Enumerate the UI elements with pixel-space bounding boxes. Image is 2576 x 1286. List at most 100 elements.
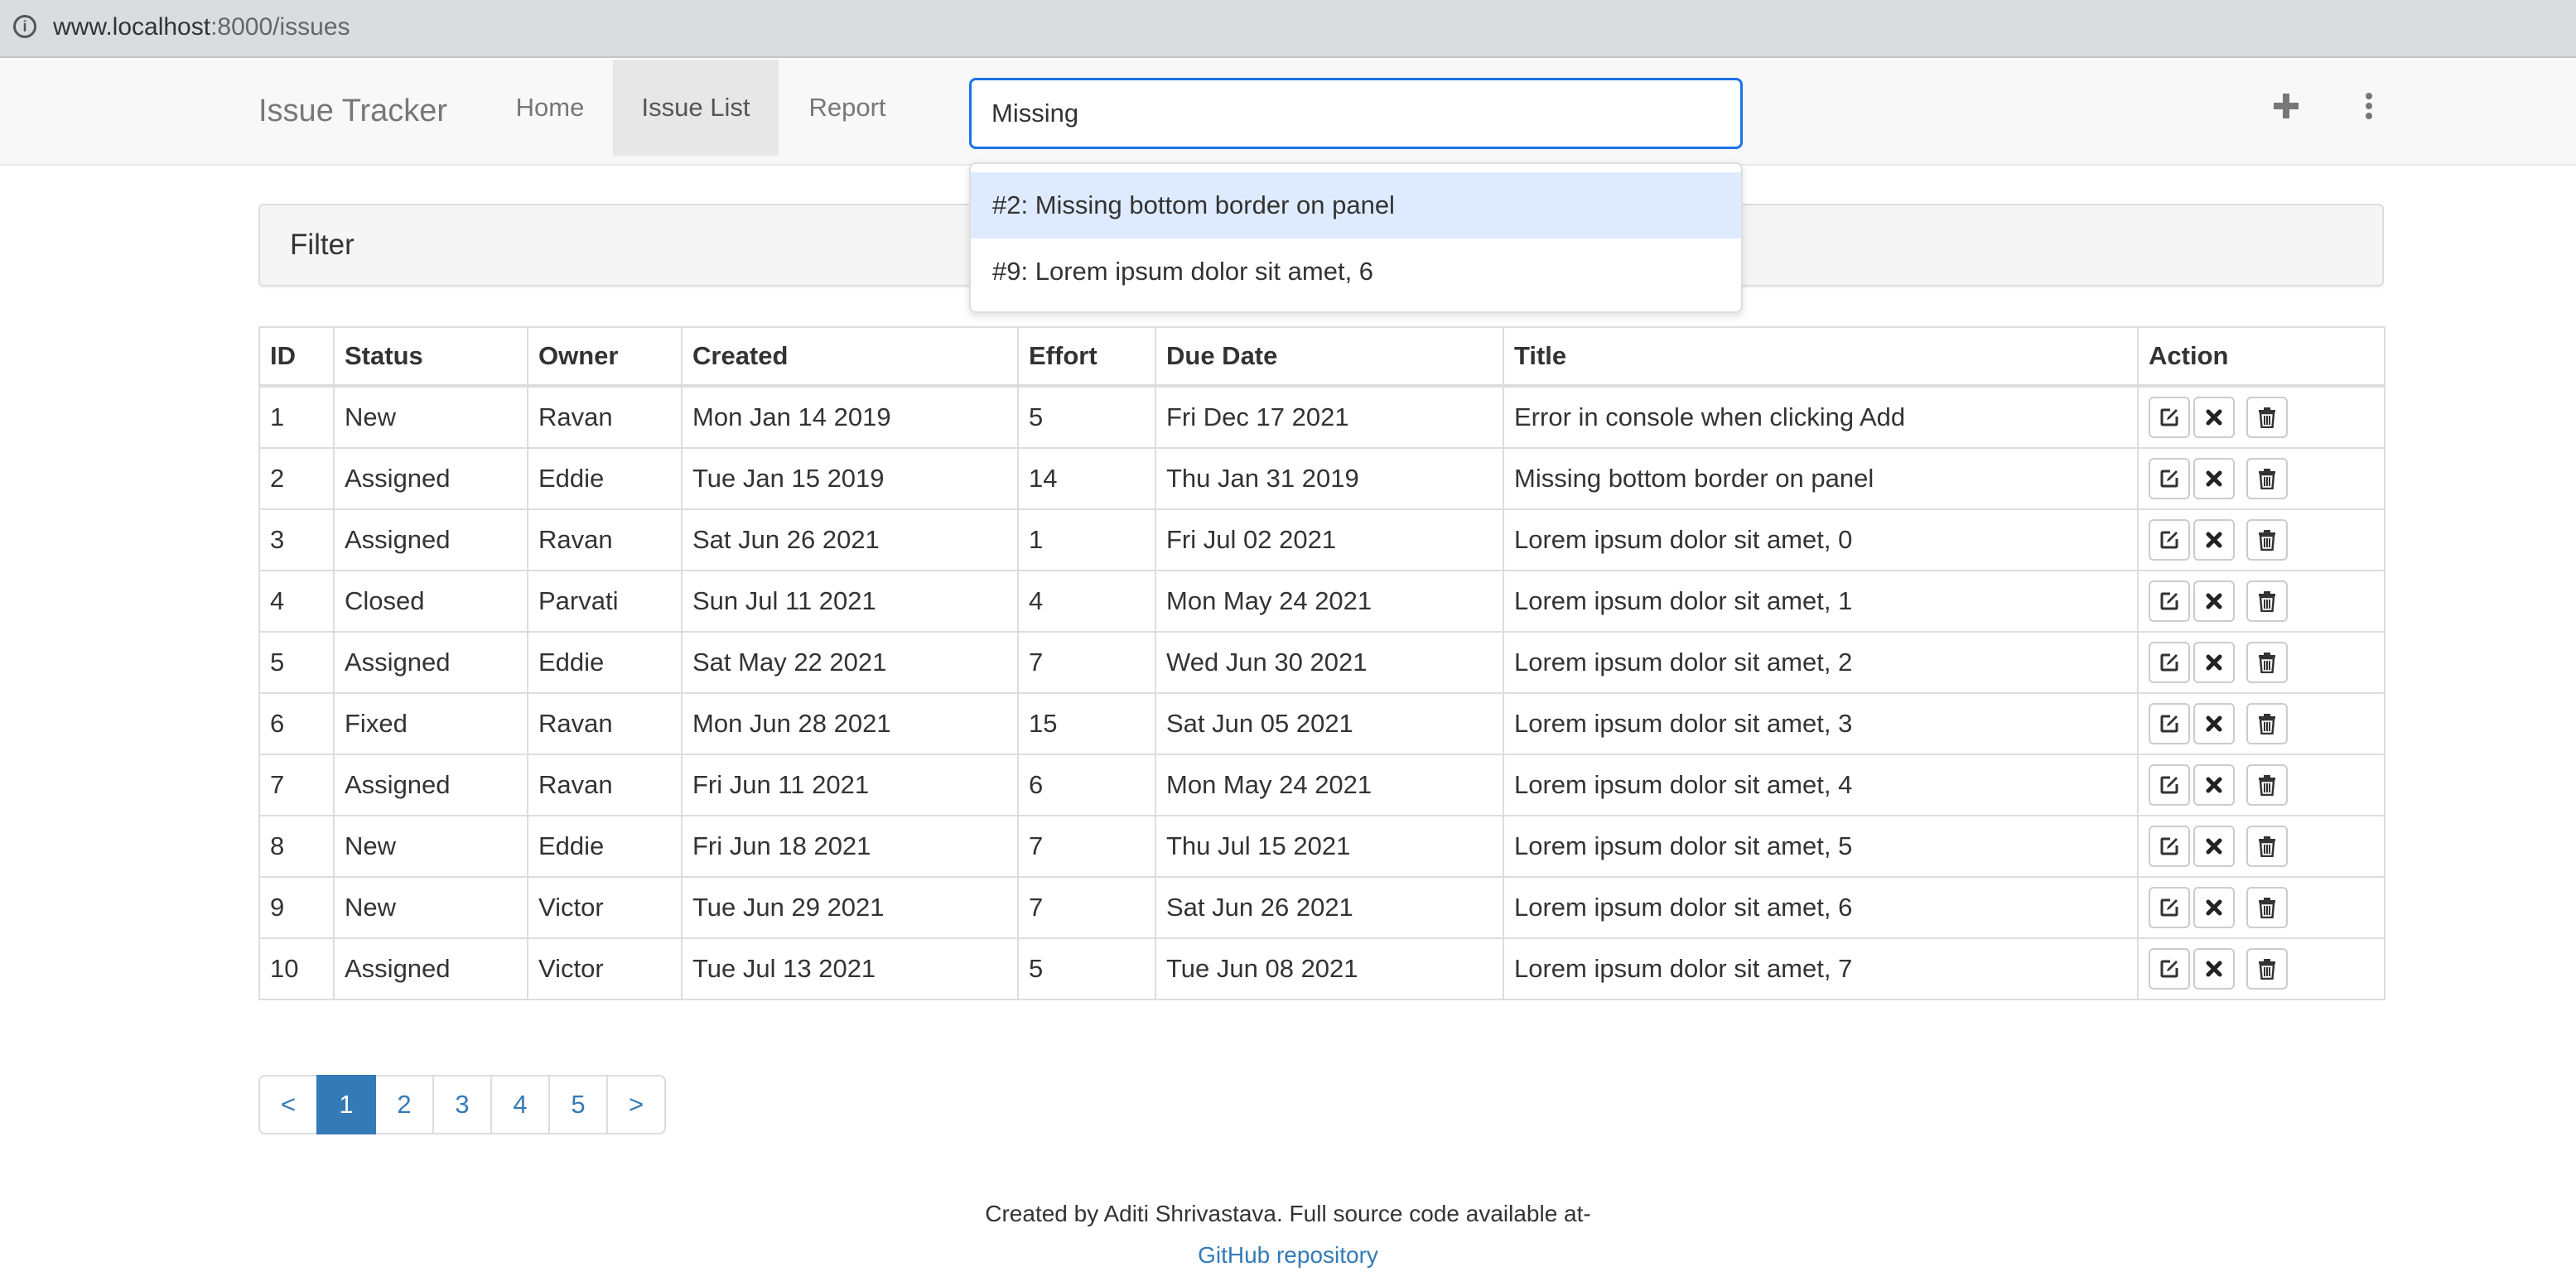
delete-button[interactable] bbox=[2246, 948, 2288, 990]
trash-icon bbox=[2259, 898, 2275, 918]
brand[interactable]: Issue Tracker bbox=[258, 88, 447, 134]
pagination: < 1 2 3 4 5 > bbox=[258, 1075, 666, 1138]
delete-button[interactable] bbox=[2246, 642, 2288, 683]
nav-issue-list[interactable]: Issue List bbox=[613, 60, 779, 156]
cell-status: Assigned bbox=[333, 508, 528, 571]
nav-report[interactable]: Report bbox=[785, 60, 909, 156]
cell-id: 5 bbox=[258, 631, 335, 694]
delete-button[interactable] bbox=[2246, 397, 2288, 438]
delete-button[interactable] bbox=[2246, 519, 2288, 561]
close-issue-button[interactable] bbox=[2193, 397, 2235, 438]
edit-button[interactable] bbox=[2149, 397, 2190, 438]
cell-title: Lorem ipsum dolor sit amet, 1 bbox=[1503, 570, 2139, 633]
close-issue-button[interactable] bbox=[2193, 580, 2235, 622]
page-next[interactable]: > bbox=[606, 1075, 666, 1134]
edit-button[interactable] bbox=[2149, 887, 2190, 928]
delete-button[interactable] bbox=[2246, 458, 2288, 499]
cell-id: 9 bbox=[258, 876, 335, 939]
cell-created: Tue Jan 15 2019 bbox=[681, 447, 1019, 510]
cell-id: 1 bbox=[258, 385, 335, 449]
close-issue-button[interactable] bbox=[2193, 703, 2235, 744]
suggestion-item[interactable]: #9: Lorem ipsum dolor sit amet, 6 bbox=[971, 238, 1741, 305]
edit-icon bbox=[2160, 592, 2178, 610]
search-input[interactable]: Missing bbox=[969, 78, 1743, 149]
delete-button[interactable] bbox=[2246, 887, 2288, 928]
suggestion-item[interactable]: #2: Missing bottom border on panel bbox=[971, 172, 1741, 238]
close-icon bbox=[2206, 961, 2222, 977]
add-issue-button[interactable] bbox=[2261, 81, 2311, 131]
cell-effort: 7 bbox=[1017, 815, 1156, 878]
page-2[interactable]: 2 bbox=[374, 1075, 434, 1134]
close-issue-button[interactable] bbox=[2193, 764, 2235, 806]
page-prev[interactable]: < bbox=[258, 1075, 318, 1134]
cell-created: Mon Jun 28 2021 bbox=[681, 692, 1019, 755]
delete-button[interactable] bbox=[2246, 826, 2288, 867]
more-menu-button[interactable] bbox=[2344, 81, 2394, 131]
cell-title: Error in console when clicking Add bbox=[1503, 385, 2139, 449]
table-row: 9 New Victor Tue Jun 29 2021 7 Sat Jun 26 202… bbox=[258, 876, 2385, 939]
info-icon[interactable]: i bbox=[13, 15, 36, 38]
close-issue-button[interactable] bbox=[2193, 642, 2235, 683]
edit-button[interactable] bbox=[2149, 642, 2190, 683]
cell-created: Tue Jul 13 2021 bbox=[681, 937, 1019, 1000]
github-link-text[interactable]: GitHub repository bbox=[1198, 1242, 1378, 1268]
page-1[interactable]: 1 bbox=[316, 1075, 376, 1134]
cell-title: Lorem ipsum dolor sit amet, 4 bbox=[1503, 754, 2139, 816]
header-id: ID bbox=[258, 326, 335, 388]
edit-button[interactable] bbox=[2149, 826, 2190, 867]
header-owner: Owner bbox=[527, 326, 683, 388]
page-5[interactable]: 5 bbox=[548, 1075, 608, 1134]
table-row: 2 Assigned Eddie Tue Jan 15 2019 14 Thu Jan 3… bbox=[258, 447, 2385, 510]
filter-title[interactable]: Filter bbox=[290, 224, 355, 267]
close-issue-button[interactable] bbox=[2193, 519, 2235, 561]
cell-owner: Eddie bbox=[527, 631, 683, 694]
delete-button[interactable] bbox=[2246, 703, 2288, 744]
delete-button[interactable] bbox=[2246, 764, 2288, 806]
cell-owner: Victor bbox=[527, 937, 683, 1000]
url-text[interactable]: www.localhost:8000/issues bbox=[53, 12, 350, 43]
close-issue-button[interactable] bbox=[2193, 948, 2235, 990]
cell-title: Lorem ipsum dolor sit amet, 0 bbox=[1503, 508, 2139, 571]
close-icon bbox=[2206, 409, 2222, 426]
table-row: 5 Assigned Eddie Sat May 22 2021 7 Wed Jun 30… bbox=[258, 631, 2385, 694]
edit-button[interactable] bbox=[2149, 519, 2190, 561]
cell-status: Assigned bbox=[333, 937, 528, 1000]
cell-effort: 6 bbox=[1017, 754, 1156, 816]
header-created: Created bbox=[681, 326, 1019, 388]
cell-created: Tue Jun 29 2021 bbox=[681, 876, 1019, 939]
page-4[interactable]: 4 bbox=[490, 1075, 550, 1134]
trash-icon bbox=[2259, 836, 2275, 857]
page-3[interactable]: 3 bbox=[432, 1075, 492, 1134]
issue-table: ID Status Owner Created Effort Due Date … bbox=[258, 326, 2385, 1000]
close-issue-button[interactable] bbox=[2193, 458, 2235, 499]
nav-home[interactable]: Home bbox=[494, 60, 606, 156]
address-bar[interactable]: i www.localhost:8000/issues bbox=[0, 0, 2576, 58]
edit-button[interactable] bbox=[2149, 458, 2190, 499]
close-icon bbox=[2206, 777, 2222, 793]
cell-title: Lorem ipsum dolor sit amet, 3 bbox=[1503, 692, 2139, 755]
github-link: GitHub repository bbox=[0, 1242, 2576, 1269]
close-issue-button[interactable] bbox=[2193, 826, 2235, 867]
close-issue-button[interactable] bbox=[2193, 887, 2235, 928]
cell-title: Lorem ipsum dolor sit amet, 7 bbox=[1503, 937, 2139, 1000]
edit-icon bbox=[2160, 470, 2178, 488]
cell-title: Missing bottom border on panel bbox=[1503, 447, 2139, 510]
cell-id: 10 bbox=[258, 937, 335, 1000]
edit-button[interactable] bbox=[2149, 948, 2190, 990]
footer-text: Created by Aditi Shrivastava. Full sourc… bbox=[985, 1201, 1591, 1226]
delete-button[interactable] bbox=[2246, 580, 2288, 622]
url-path: :8000/issues bbox=[210, 13, 350, 41]
cell-due-date: Sat Jun 26 2021 bbox=[1155, 876, 1504, 939]
edit-button[interactable] bbox=[2149, 703, 2190, 744]
trash-icon bbox=[2259, 407, 2275, 428]
cell-effort: 4 bbox=[1017, 570, 1156, 633]
cell-owner: Ravan bbox=[527, 508, 683, 571]
cell-id: 7 bbox=[258, 754, 335, 816]
trash-icon bbox=[2259, 775, 2275, 796]
close-icon bbox=[2206, 593, 2222, 609]
edit-button[interactable] bbox=[2149, 580, 2190, 622]
edit-button[interactable] bbox=[2149, 764, 2190, 806]
cell-due-date: Mon May 24 2021 bbox=[1155, 570, 1504, 633]
cell-owner: Eddie bbox=[527, 447, 683, 510]
cell-title: Lorem ipsum dolor sit amet, 6 bbox=[1503, 876, 2139, 939]
